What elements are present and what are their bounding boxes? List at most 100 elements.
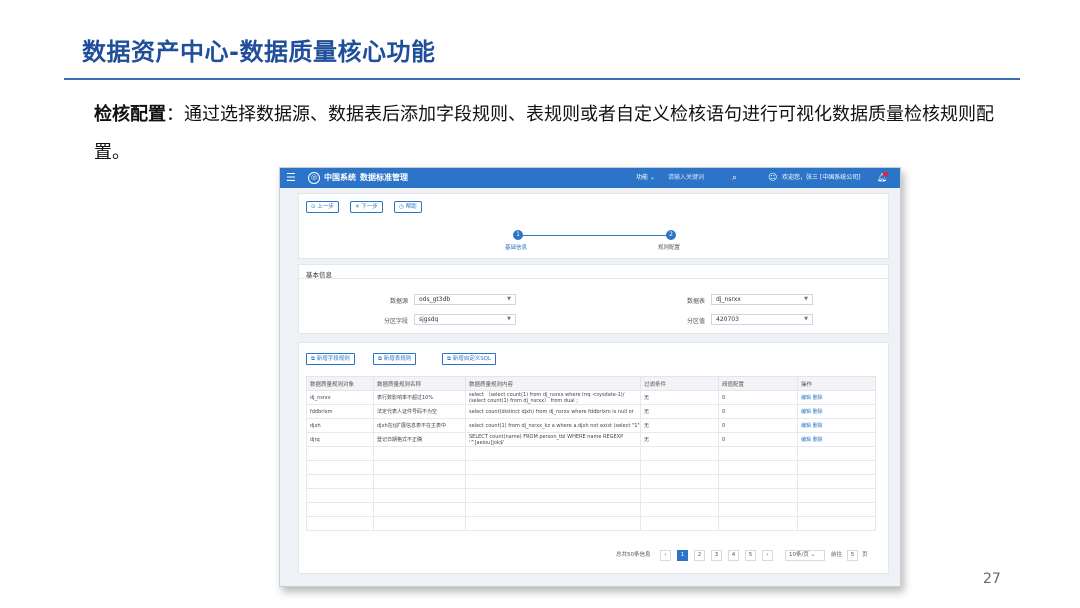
col-header: 数据质量规则对象 xyxy=(306,376,374,391)
search-input[interactable]: 请输入关键词 xyxy=(668,168,704,188)
step-1-label: 基础信息 xyxy=(505,245,528,251)
rule-name: 登记日期格式不正确 xyxy=(373,432,466,447)
datasource-select[interactable]: ods_gt3db ▼ xyxy=(414,294,516,305)
col-header: 操作 xyxy=(797,376,876,391)
add-table-rule-button[interactable]: ⧉ 新增表规则 xyxy=(373,353,417,365)
module-title: 数据标准管理 xyxy=(360,173,408,182)
brand: 中国系统 数据标准管理 xyxy=(324,168,408,188)
goto-page-input[interactable]: 5 xyxy=(847,550,858,561)
page-button-1[interactable]: 1 xyxy=(677,550,688,561)
rule-name: djxh在tj扩展信息表不在主表中 xyxy=(373,418,466,433)
page-button-3[interactable]: 3 xyxy=(711,550,722,561)
rule-filter: 无 xyxy=(640,390,719,405)
rule-filter: 无 xyxy=(640,418,719,433)
rule-threshold: 0 xyxy=(718,432,798,447)
step-2-label: 规则配置 xyxy=(658,245,681,251)
partition-field-value: sjgsdq xyxy=(419,316,439,323)
partition-value-label: 分区值 xyxy=(686,318,705,325)
desc-text: ：通过选择数据源、数据表后添加字段规则、表规则或者自定义检核语句进行可视化数据质… xyxy=(94,104,994,163)
empty-row xyxy=(306,488,876,503)
page-size-value: 10条/页 xyxy=(789,552,809,558)
col-header: 过滤条件 xyxy=(640,376,719,391)
page-size-select[interactable]: 10条/页 ⌄ xyxy=(785,550,825,561)
empty-row xyxy=(306,502,876,517)
row-actions[interactable]: 编辑 删除 xyxy=(797,404,876,419)
step-1-dot: 1 xyxy=(513,230,523,240)
datatable-select[interactable]: dj_nsrxx ▼ xyxy=(711,294,813,305)
logo-icon: ◎ xyxy=(308,172,320,184)
page-button-5[interactable]: 5 xyxy=(745,550,756,561)
next-page-button[interactable]: › xyxy=(762,550,773,561)
slide: 数据资产中心-数据质量核心功能 检核配置：通过选择数据源、数据表后添加字段规则、… xyxy=(0,0,1080,608)
steps-panel xyxy=(298,193,889,259)
welcome-text: 欢迎您，张三 [中国系统公司] xyxy=(782,174,861,181)
empty-row xyxy=(306,516,876,531)
desc-keyword: 检核配置 xyxy=(94,104,166,125)
datatable-value: dj_nsrxx xyxy=(716,296,741,303)
rule-threshold: 0 xyxy=(718,418,798,433)
rule-content: select count(distinct djxh) from dj_nsrx… xyxy=(465,404,641,419)
chevron-down-icon: ▼ xyxy=(804,316,808,322)
app-screenshot: ☰ ◎ 中国系统 数据标准管理 功能 ⌄ 请输入关键词 ⌕ ☺ 欢迎您，张三 [中… xyxy=(279,167,901,587)
next-button[interactable]: ✕ 下一步 xyxy=(350,201,383,213)
page-button-2[interactable]: 2 xyxy=(694,550,705,561)
function-dropdown[interactable]: 功能 ⌄ xyxy=(636,168,655,188)
table-row[interactable]: djxh djxh在tj扩展信息表不在主表中 select count(1) f… xyxy=(306,418,876,433)
col-header: 数据质量规则名称 xyxy=(373,376,466,391)
table-row[interactable]: fddbrlxm 法定代表人证件号码不为空 select count(disti… xyxy=(306,404,876,419)
rule-threshold: 0 xyxy=(718,404,798,419)
table-header-row: 数据质量规则对象 数据质量规则名称 数据质量规则内容 过滤条件 阀值配置 操作 xyxy=(306,376,876,391)
rule-name: 法定代表人证件号码不为空 xyxy=(373,404,466,419)
partition-field-select[interactable]: sjgsdq ▼ xyxy=(414,314,516,325)
partition-value-value: 420703 xyxy=(716,316,739,323)
bell-icon[interactable]: 🔔︎ xyxy=(877,168,887,188)
search-icon[interactable]: ⌕ xyxy=(732,168,737,188)
row-actions[interactable]: 编辑 删除 xyxy=(797,390,876,405)
step-2-dot: 2 xyxy=(666,230,676,240)
chevron-down-icon: ▼ xyxy=(507,316,511,322)
hamburger-menu-icon[interactable]: ☰ xyxy=(286,168,296,188)
chevron-down-icon: ▼ xyxy=(804,296,808,302)
col-header: 阀值配置 xyxy=(718,376,798,391)
step-connector xyxy=(520,235,670,236)
notification-badge xyxy=(883,172,888,177)
slide-description: 检核配置：通过选择数据源、数据表后添加字段规则、表规则或者自定义检核语句进行可视… xyxy=(94,96,1014,172)
rule-object: fddbrlxm xyxy=(306,404,374,419)
help-button[interactable]: ◷ 帮助 xyxy=(394,201,422,213)
slide-title: 数据资产中心-数据质量核心功能 xyxy=(82,38,436,66)
add-field-rule-button[interactable]: ⧉ 新增字段规则 xyxy=(306,353,355,365)
prev-button[interactable]: ⊙ 上一步 xyxy=(306,201,339,213)
page-suffix: 页 xyxy=(862,552,868,558)
rule-filter: 无 xyxy=(640,404,719,419)
chevron-down-icon: ▼ xyxy=(507,296,511,302)
logo-text: 中国系统 xyxy=(324,173,356,182)
page-number: 27 xyxy=(983,571,1001,587)
row-actions[interactable]: 编辑 删除 xyxy=(797,432,876,447)
app-topbar: ☰ ◎ 中国系统 数据标准管理 功能 ⌄ 请输入关键词 ⌕ ☺ 欢迎您，张三 [中… xyxy=(280,168,900,188)
prev-page-button[interactable]: ‹ xyxy=(660,550,671,561)
rule-name: 表行数影响率不超过10% xyxy=(373,390,466,405)
rule-content: select count(1) from dj_nsrxx_kz a where… xyxy=(465,418,641,433)
rule-content: select （select count(1) from dj_nsrxx wh… xyxy=(465,390,641,405)
pagination-total: 总共50条信息 xyxy=(616,552,651,558)
datasource-label: 数据源 xyxy=(389,298,408,305)
add-custom-sql-button[interactable]: ⧉ 新增自定义SQL xyxy=(442,353,497,365)
datatable-label: 数据表 xyxy=(686,298,705,305)
rules-table: 数据质量规则对象 数据质量规则名称 数据质量规则内容 过滤条件 阀值配置 操作 … xyxy=(306,376,876,531)
goto-label: 前往 xyxy=(831,552,843,558)
table-row[interactable]: dj_nsrxx 表行数影响率不超过10% select （select cou… xyxy=(306,390,876,405)
page-button-4[interactable]: 4 xyxy=(728,550,739,561)
partition-value-select[interactable]: 420703 ▼ xyxy=(711,314,813,325)
user-icon: ☺ xyxy=(768,173,778,183)
rule-filter: 无 xyxy=(640,432,719,447)
col-header: 数据质量规则内容 xyxy=(465,376,641,391)
rule-object: djxh xyxy=(306,418,374,433)
rule-object: dj_nsrxx xyxy=(306,390,374,405)
rule-object: djrq xyxy=(306,432,374,447)
empty-row xyxy=(306,474,876,489)
row-actions[interactable]: 编辑 删除 xyxy=(797,418,876,433)
table-row[interactable]: djrq 登记日期格式不正确 SELECT count(name) FROM p… xyxy=(306,432,876,447)
datasource-value: ods_gt3db xyxy=(419,296,451,303)
rule-threshold: 0 xyxy=(718,390,798,405)
partition-field-label: 分区字段 xyxy=(383,318,408,325)
